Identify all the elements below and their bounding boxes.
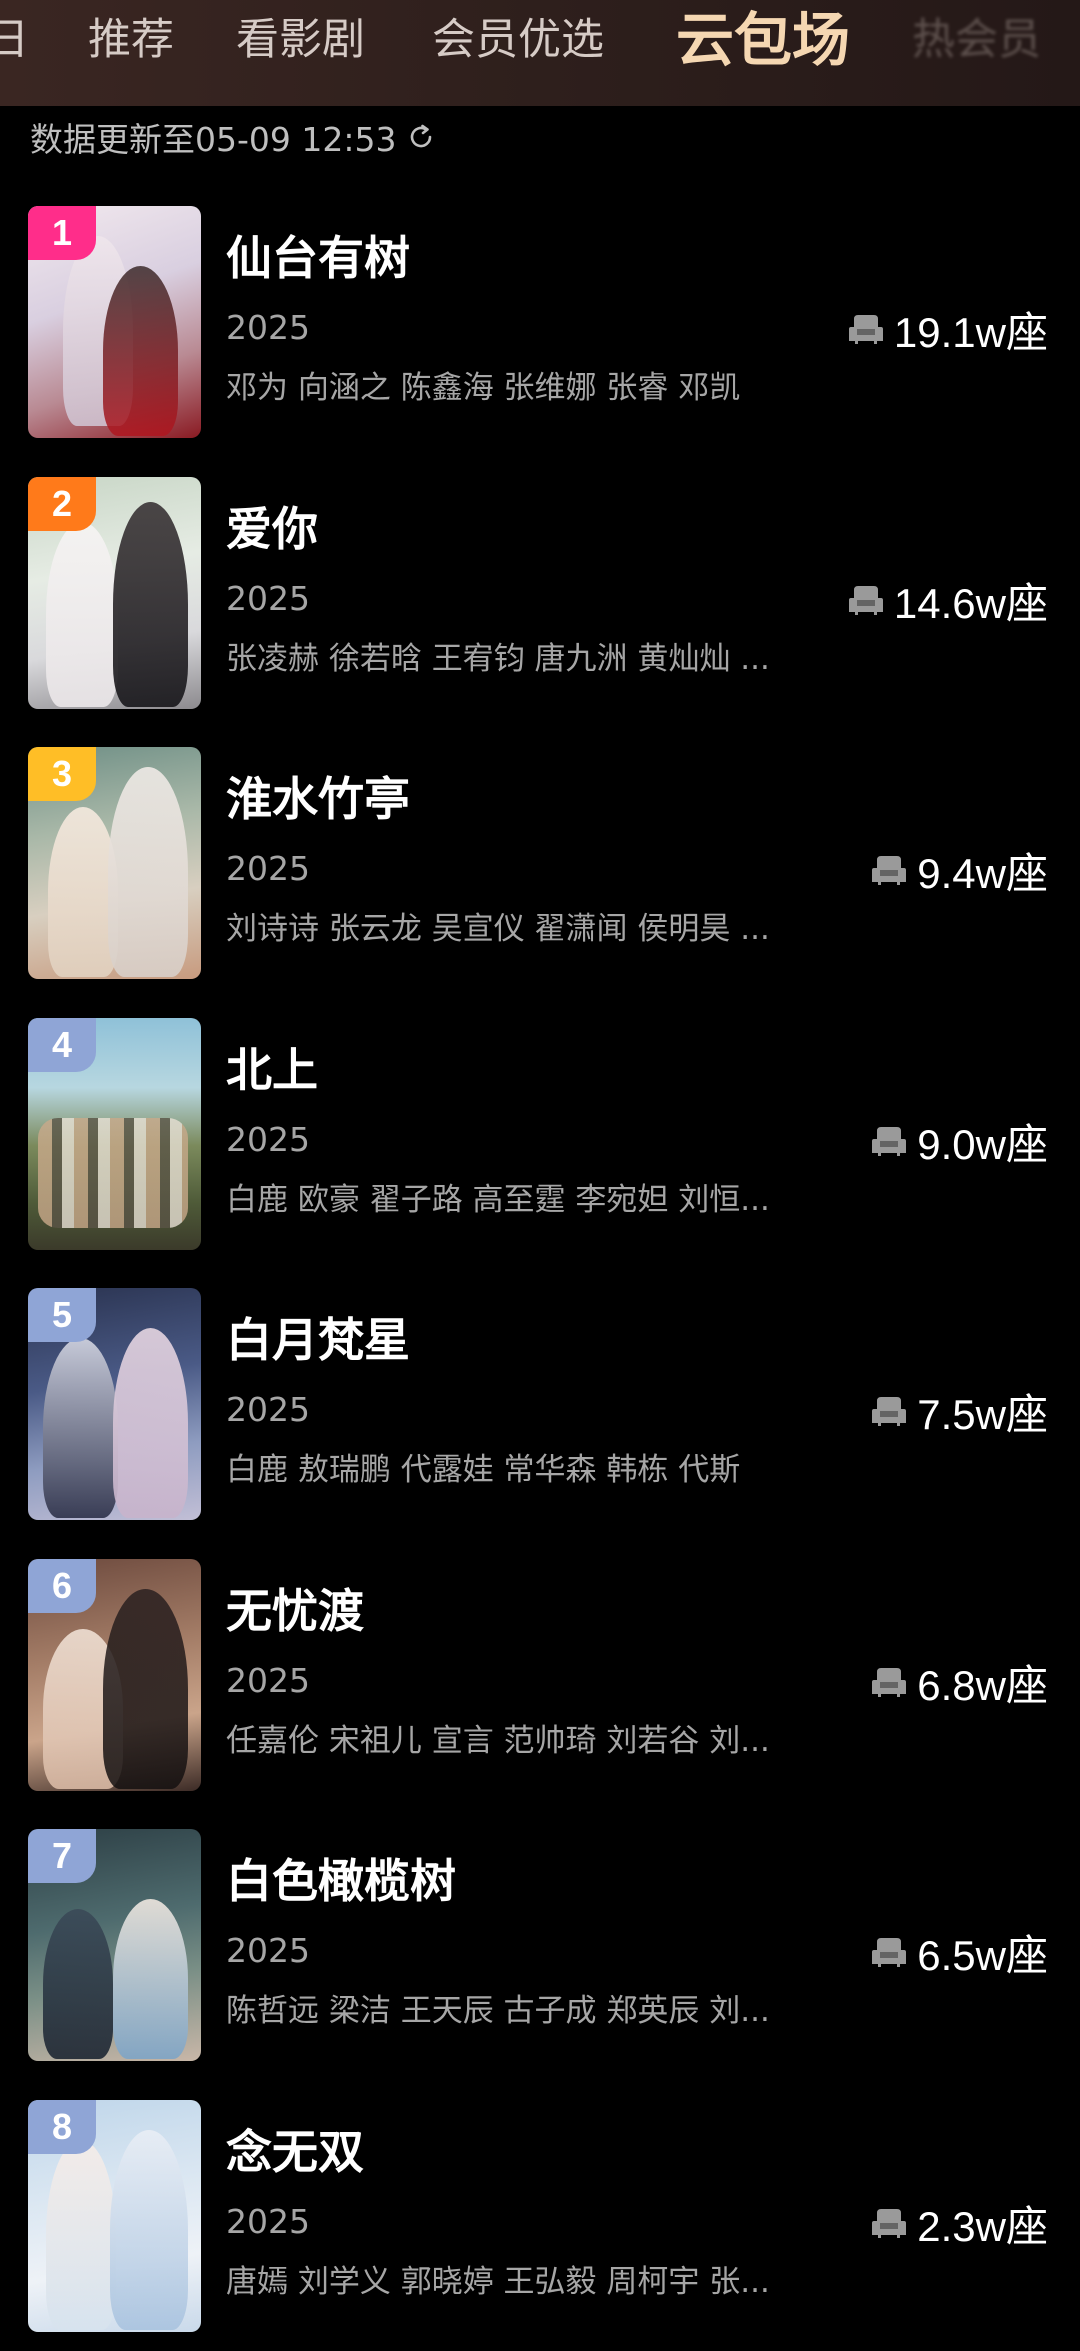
list-item[interactable]: 1 仙台有树 2025 邓为 向涵之 陈鑫海 张维娜 张睿 邓凯 19.1w座: [0, 206, 1080, 438]
seat-stat: 19.1w座: [848, 301, 1048, 357]
list-item[interactable]: 8 念无双 2025 唐嫣 刘学义 郭晓婷 王弘毅 周柯宇 张... 2.3w座: [0, 2100, 1080, 2332]
drama-year: 2025: [226, 308, 310, 347]
tab-films[interactable]: 看影剧: [236, 8, 365, 72]
seat-icon: [872, 1127, 907, 1156]
drama-cast: 刘诗诗 张云龙 吴宣仪 翟潇闻 侯明昊 ...: [226, 911, 770, 947]
drama-year: 2025: [226, 849, 310, 888]
drama-title[interactable]: 北上: [226, 1040, 318, 1100]
seat-count: 9.0w座: [917, 1120, 1048, 1168]
drama-cast: 唐嫣 刘学义 郭晓婷 王弘毅 周柯宇 张...: [226, 2264, 770, 2300]
drama-title[interactable]: 白月梵星: [226, 1310, 410, 1370]
rank-badge: 2: [28, 477, 96, 531]
rank-badge: 6: [28, 1559, 96, 1613]
drama-cast: 张凌赫 徐若晗 王宥钧 唐九洲 黄灿灿 ...: [226, 641, 770, 677]
tab-recommend[interactable]: 推荐: [88, 8, 174, 72]
drama-year: 2025: [226, 579, 310, 618]
poster-image[interactable]: 3: [28, 747, 201, 979]
seat-count: 14.6w座: [893, 579, 1048, 627]
drama-cast: 白鹿 欧豪 翟子路 高至霆 李宛妲 刘恒...: [226, 1182, 770, 1218]
drama-year: 2025: [226, 1661, 310, 1700]
update-time: 数据更新至05-09 12:53: [30, 120, 397, 159]
seat-icon: [848, 315, 883, 344]
tab-day[interactable]: 日: [0, 8, 29, 72]
poster-image[interactable]: 5: [28, 1288, 201, 1520]
drama-title[interactable]: 念无双: [226, 2122, 364, 2182]
drama-title[interactable]: 仙台有树: [226, 228, 410, 288]
seat-stat: 6.8w座: [871, 1654, 1048, 1710]
rank-badge: 3: [28, 747, 96, 801]
drama-title[interactable]: 白色橄榄树: [226, 1851, 456, 1911]
seat-count: 6.8w座: [917, 1661, 1048, 1709]
poster-image[interactable]: 4: [28, 1018, 201, 1250]
tab-member-picks[interactable]: 会员优选: [432, 8, 604, 72]
poster-image[interactable]: 8: [28, 2100, 201, 2332]
list-item[interactable]: 2 爱你 2025 张凌赫 徐若晗 王宥钧 唐九洲 黄灿灿 ... 14.6w座: [0, 477, 1080, 709]
drama-cast: 邓为 向涵之 陈鑫海 张维娜 张睿 邓凯: [226, 370, 741, 406]
seat-count: 2.3w座: [917, 2202, 1048, 2250]
seat-icon: [872, 1938, 907, 1967]
rank-badge: 1: [28, 206, 96, 260]
seat-count: 6.5w座: [917, 1931, 1048, 1979]
top-nav: 日 推荐 看影剧 会员优选 云包场 热会员: [0, 0, 1080, 106]
seat-icon: [872, 1668, 907, 1697]
tab-cloud-booking[interactable]: 云包场: [676, 4, 850, 76]
seat-icon: [872, 2209, 907, 2238]
drama-title[interactable]: 无忧渡: [226, 1581, 364, 1641]
poster-image[interactable]: 6: [28, 1559, 201, 1791]
refresh-icon[interactable]: [406, 122, 436, 152]
drama-year: 2025: [226, 1931, 310, 1970]
drama-year: 2025: [226, 1390, 310, 1429]
rank-badge: 5: [28, 1288, 96, 1342]
drama-title[interactable]: 淮水竹亭: [226, 769, 410, 829]
seat-icon: [848, 586, 883, 615]
poster-image[interactable]: 2: [28, 477, 201, 709]
list-item[interactable]: 6 无忧渡 2025 任嘉伦 宋祖儿 宣言 范帅琦 刘若谷 刘... 6.8w座: [0, 1559, 1080, 1791]
rank-badge: 8: [28, 2100, 96, 2154]
list-item[interactable]: 3 淮水竹亭 2025 刘诗诗 张云龙 吴宣仪 翟潇闻 侯明昊 ... 9.4w…: [0, 747, 1080, 979]
seat-stat: 9.4w座: [871, 842, 1048, 898]
seat-stat: 14.6w座: [848, 572, 1048, 628]
seat-stat: 6.5w座: [871, 1924, 1048, 1980]
list-item[interactable]: 4 北上 2025 白鹿 欧豪 翟子路 高至霆 李宛妲 刘恒... 9.0w座: [0, 1018, 1080, 1250]
drama-cast: 白鹿 敖瑞鹏 代露娃 常华森 韩栋 代斯: [226, 1452, 741, 1488]
seat-count: 19.1w座: [893, 308, 1048, 356]
seat-stat: 9.0w座: [871, 1113, 1048, 1169]
drama-cast: 任嘉伦 宋祖儿 宣言 范帅琦 刘若谷 刘...: [226, 1723, 770, 1759]
rank-badge: 7: [28, 1829, 96, 1883]
seat-icon: [872, 1397, 907, 1426]
drama-cast: 陈哲远 梁洁 王天辰 古子成 郑英辰 刘...: [226, 1993, 770, 2029]
poster-image[interactable]: 7: [28, 1829, 201, 2061]
list-item[interactable]: 5 白月梵星 2025 白鹿 敖瑞鹏 代露娃 常华森 韩栋 代斯 7.5w座: [0, 1288, 1080, 1520]
tab-more[interactable]: 热会员: [912, 8, 1041, 72]
drama-title[interactable]: 爱你: [226, 499, 318, 559]
drama-year: 2025: [226, 1120, 310, 1159]
seat-count: 7.5w座: [917, 1390, 1048, 1438]
drama-year: 2025: [226, 2202, 310, 2241]
seat-stat: 2.3w座: [871, 2195, 1048, 2251]
poster-image[interactable]: 1: [28, 206, 201, 438]
seat-count: 9.4w座: [917, 849, 1048, 897]
update-row: 数据更新至05-09 12:53: [30, 112, 436, 162]
list-item[interactable]: 7 白色橄榄树 2025 陈哲远 梁洁 王天辰 古子成 郑英辰 刘... 6.5…: [0, 1829, 1080, 2061]
rank-badge: 4: [28, 1018, 96, 1072]
seat-stat: 7.5w座: [871, 1383, 1048, 1439]
seat-icon: [872, 856, 907, 885]
